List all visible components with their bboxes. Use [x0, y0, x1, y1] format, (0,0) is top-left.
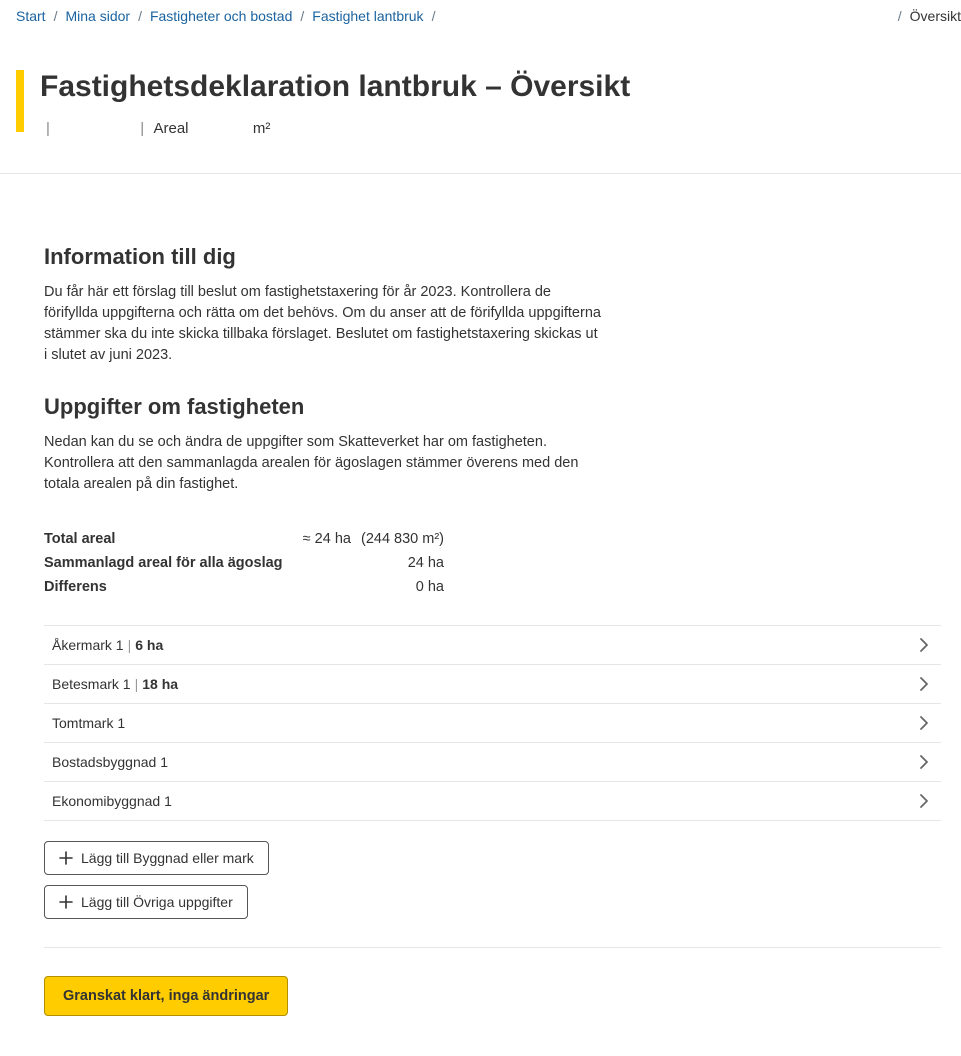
areal-row-differens: Differens 0 ha — [44, 575, 444, 599]
subline-areal-unit: m² — [253, 120, 271, 137]
areal-value: ≈ 24 ha — [303, 531, 351, 547]
page-title-block: Fastighetsdeklaration lantbruk – Översik… — [0, 70, 961, 137]
item-row-label: Betesmark 1|18 ha — [52, 676, 178, 692]
item-row[interactable]: Tomtmark 1 — [44, 704, 941, 743]
breadcrumb-current: Översikt — [910, 8, 961, 24]
done-button[interactable]: Granskat klart, inga ändringar — [44, 976, 288, 1016]
breadcrumb: Start / Mina sidor / Fastigheter och bos… — [0, 0, 961, 40]
chevron-right-icon — [915, 636, 933, 654]
divider — [44, 947, 941, 948]
chevron-right-icon — [915, 675, 933, 693]
item-row-label: Tomtmark 1 — [52, 715, 125, 731]
breadcrumb-sep: / — [50, 8, 62, 24]
item-row-label: Åkermark 1|6 ha — [52, 637, 163, 653]
info-heading: Information till dig — [44, 244, 904, 270]
item-row[interactable]: Betesmark 1|18 ha — [44, 665, 941, 704]
areal-label: Total areal — [44, 531, 115, 547]
areal-table: Total areal ≈ 24 ha (244 830 m²) Sammanl… — [44, 527, 444, 599]
areal-label: Differens — [44, 579, 107, 595]
breadcrumb-sep: / — [428, 8, 440, 24]
accent-bar — [16, 70, 24, 132]
chevron-right-icon — [915, 753, 933, 771]
uppgifter-body: Nedan kan du se och ändra de uppgifter s… — [44, 432, 604, 495]
subline-areal-label: Areal — [154, 120, 189, 137]
item-row[interactable]: Åkermark 1|6 ha — [44, 626, 941, 665]
areal-row-total: Total areal ≈ 24 ha (244 830 m²) — [44, 527, 444, 551]
areal-extra: (244 830 m²) — [361, 531, 444, 547]
areal-value: 24 ha — [408, 555, 444, 571]
breadcrumb-link-start[interactable]: Start — [16, 8, 46, 24]
areal-value: 0 ha — [416, 579, 444, 595]
areal-row-sammanlagd: Sammanlagd areal för alla ägoslag 24 ha — [44, 551, 444, 575]
page-title: Fastighetsdeklaration lantbruk – Översik… — [40, 70, 630, 104]
info-body: Du får här ett förslag till beslut om fa… — [44, 282, 604, 366]
breadcrumb-sep: / — [296, 8, 308, 24]
item-row[interactable]: Bostadsbyggnad 1 — [44, 743, 941, 782]
breadcrumb-link-fastigheter[interactable]: Fastigheter och bostad — [150, 8, 292, 24]
item-row-label: Bostadsbyggnad 1 — [52, 754, 168, 770]
uppgifter-heading: Uppgifter om fastigheten — [44, 394, 904, 420]
plus-icon — [59, 895, 73, 909]
add-other-button[interactable]: Lägg till Övriga uppgifter — [44, 885, 248, 919]
add-building-label: Lägg till Byggnad eller mark — [81, 850, 254, 866]
plus-icon — [59, 851, 73, 865]
add-building-button[interactable]: Lägg till Byggnad eller mark — [44, 841, 269, 875]
breadcrumb-link-minasidor[interactable]: Mina sidor — [65, 8, 130, 24]
breadcrumb-link-lantbruk[interactable]: Fastighet lantbruk — [312, 8, 423, 24]
add-other-label: Lägg till Övriga uppgifter — [81, 894, 233, 910]
item-row[interactable]: Ekonomibyggnad 1 — [44, 782, 941, 821]
breadcrumb-sep: / — [134, 8, 146, 24]
breadcrumb-sep: / — [894, 8, 906, 24]
item-row-label: Ekonomibyggnad 1 — [52, 793, 172, 809]
chevron-right-icon — [915, 714, 933, 732]
items-list: Åkermark 1|6 ha Betesmark 1|18 ha Tomtmark… — [44, 625, 941, 821]
areal-label: Sammanlagd areal för alla ägoslag — [44, 555, 283, 571]
chevron-right-icon — [915, 792, 933, 810]
page-subline: | | Areal m² — [40, 120, 630, 137]
